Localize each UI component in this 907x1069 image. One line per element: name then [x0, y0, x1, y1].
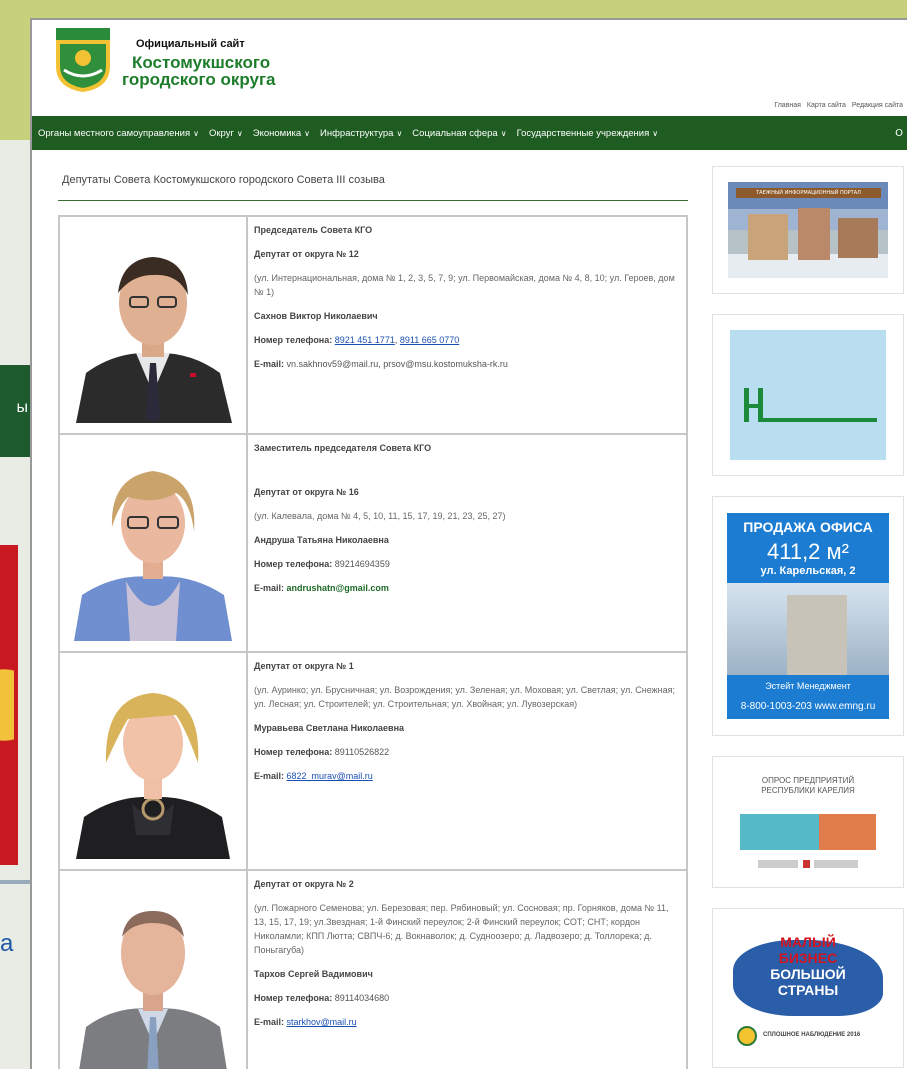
table-row: Председатель Совета КГО Депутат от округ… — [58, 215, 688, 435]
office-title: ПРОДАЖА ОФИСА — [743, 519, 873, 535]
sidebar: ТАЕЖНЫЙ ИНФОРМАЦИОННЫЙ ПОРТАЛ ПРОДАЖА ОФ… — [712, 166, 904, 1069]
deputy-address: (ул. Калевала, дома № 4, 5, 10, 11, 15, … — [254, 511, 506, 521]
poll-title-2: РЕСПУБЛИКИ КАРЕЛИЯ — [761, 786, 855, 795]
deputy-phone: 89214694359 — [334, 559, 390, 569]
office-building-image — [727, 583, 889, 675]
deputy-name: Андруша Татьяна Николаевна — [254, 535, 389, 545]
top-link-sitemap[interactable]: Карта сайта — [807, 102, 846, 109]
deputy-address: (ул. Пожарного Семенова; ул. Березовая; … — [254, 903, 669, 955]
photo-cell — [58, 869, 248, 1069]
deputy-address: (ул. Интернациональная, дома № 1, 2, 3, … — [254, 273, 675, 297]
background-text: ы — [16, 399, 29, 416]
office-area: 411,2 м² — [767, 539, 849, 564]
background-emblem — [0, 545, 18, 865]
chevron-down-icon: ∨ — [652, 128, 659, 138]
background-line — [0, 880, 30, 884]
banner-town-header: ТАЕЖНЫЙ ИНФОРМАЦИОННЫЙ ПОРТАЛ — [736, 188, 881, 198]
site-header: Официальный сайт Костомукшского городско… — [32, 20, 907, 116]
nav-item-district[interactable]: Округ ∨ — [209, 128, 243, 139]
photo-cell — [58, 651, 248, 871]
deputy-photo[interactable] — [66, 441, 240, 641]
brand-title-line2: городского округа — [122, 70, 276, 89]
deputy-email-row: E-mail: 6822_murav@mail.ru — [254, 771, 373, 781]
deputy-photo[interactable] — [66, 877, 240, 1069]
deputy-email: vn.sakhnov59@mail.ru, prsov@msu.kostomuk… — [286, 359, 508, 369]
chevron-down-icon: ∨ — [500, 128, 507, 138]
deputy-district: Депутат от округа № 1 — [254, 661, 354, 671]
main-content: Депутаты Совета Костомукшского городског… — [58, 174, 688, 1069]
deputy-photo[interactable] — [66, 223, 240, 423]
background-letter: а — [0, 930, 14, 957]
deputy-phone-row: Номер телефона: 89110526822 — [254, 747, 390, 757]
photo-cell — [58, 215, 248, 435]
deputy-name: Тархов Сергей Вадимович — [254, 969, 373, 979]
brand-title-line1: Костомукшского — [132, 53, 271, 72]
top-link-home[interactable]: Главная — [774, 102, 801, 109]
nav-item-economy[interactable]: Экономика ∨ — [253, 128, 310, 139]
office-street: ул. Карельская, 2 — [760, 565, 856, 577]
deputy-district: Депутат от округа № 2 — [254, 879, 354, 889]
page-title: Депутаты Совета Костомукшского городског… — [58, 174, 688, 201]
deputy-info: Председатель Совета КГО Депутат от округ… — [246, 215, 688, 435]
deputy-email-row: E-mail: starkhov@mail.ru — [254, 1017, 357, 1027]
deputy-phone: 89114034680 — [334, 993, 390, 1003]
deputy-info: Депутат от округа № 1 (ул. Ауринко; ул. … — [246, 651, 688, 871]
deputies-table: Председатель Совета КГО Депутат от округ… — [58, 215, 688, 1069]
chevron-down-icon: ∨ — [396, 128, 403, 138]
deputy-email: andrushatn@gmail.com — [286, 583, 389, 593]
deputy-name: Сахнов Виктор Николаевич — [254, 311, 378, 321]
office-company: Эстейт Менеджмент — [765, 681, 851, 691]
poll-title-1: ОПРОС ПРЕДПРИЯТИЙ — [761, 776, 855, 785]
deputy-phone-row: Номер телефона: 89114034680 — [254, 993, 390, 1003]
banner-town-portal[interactable]: ТАЕЖНЫЙ ИНФОРМАЦИОННЫЙ ПОРТАЛ — [712, 166, 904, 294]
photo-cell — [58, 433, 248, 653]
deputy-photo[interactable] — [66, 659, 240, 859]
deputy-email-row: E-mail: andrushatn@gmail.com — [254, 583, 389, 593]
banner-office-sale[interactable]: ПРОДАЖА ОФИСА 411,2 м² ул. Карельская, 2… — [712, 496, 904, 736]
phone-link[interactable]: 8911 665 0770 — [400, 335, 459, 345]
banner-poll[interactable]: ОПРОС ПРЕДПРИЯТИЙ РЕСПУБЛИКИ КАРЕЛИЯ — [712, 756, 904, 888]
deputy-info: Депутат от округа № 2 (ул. Пожарного Сем… — [246, 869, 688, 1069]
deputy-phone-row: Номер телефона: 89214694359 — [254, 559, 390, 569]
deputy-info: Заместитель председателя Совета КГО Депу… — [246, 433, 688, 653]
nav-item-institutions[interactable]: Государственные учреждения ∨ — [517, 128, 659, 139]
nav-item-more[interactable]: О — [895, 128, 903, 139]
census-seal-icon — [737, 1026, 757, 1046]
chevron-down-icon: ∨ — [193, 128, 199, 138]
main-nav: Органы местного самоуправления ∨ Округ ∨ Э… — [32, 116, 907, 150]
deputy-name: Муравьева Светлана Николаевна — [254, 723, 405, 733]
deputy-district: Депутат от округа № 16 — [254, 487, 359, 497]
chevron-down-icon: ∨ — [304, 128, 311, 138]
background-green-strip: ы — [0, 365, 30, 457]
brand-title[interactable]: Костомукшского городского округа — [122, 54, 275, 88]
table-row: Депутат от округа № 2 (ул. Пожарного Сем… — [58, 869, 688, 1069]
deputy-email-row: E-mail: vn.sakhnov59@mail.ru, prsov@msu.… — [254, 359, 508, 369]
email-link[interactable]: 6822_murav@mail.ru — [287, 771, 373, 781]
deputy-role: Заместитель председателя Совета КГО — [254, 443, 432, 453]
browser-window: Официальный сайт Костомукшского городско… — [30, 18, 907, 1069]
nav-item-government[interactable]: Органы местного самоуправления ∨ — [38, 128, 199, 139]
deputy-district: Депутат от округа № 12 — [254, 249, 359, 259]
banner-small-business[interactable]: МАЛЫЙ БИЗНЕС БОЛЬШОЙ СТРАНЫ СПЛОШНОЕ НАБ… — [712, 908, 904, 1068]
deputy-phone-row: Номер телефона: 8921 451 1771, 8911 665 … — [254, 335, 460, 345]
nav-item-social[interactable]: Социальная сфера ∨ — [412, 128, 506, 139]
nav-item-infrastructure[interactable]: Инфраструктура ∨ — [320, 128, 402, 139]
deputy-role: Председатель Совета КГО — [254, 225, 373, 235]
chevron-down-icon: ∨ — [236, 128, 243, 138]
email-link[interactable]: starkhov@mail.ru — [287, 1017, 357, 1027]
brand-caption: Официальный сайт — [136, 38, 245, 50]
phone-link[interactable]: 8921 451 1771 — [335, 335, 395, 345]
top-link-editorial[interactable]: Редакция сайта — [852, 102, 903, 109]
banner-h-logo[interactable] — [712, 314, 904, 476]
deputy-address: (ул. Ауринко; ул. Брусничная; ул. Возрож… — [254, 685, 675, 709]
deputy-phone: 89110526822 — [334, 747, 390, 757]
table-row: Заместитель председателя Совета КГО Депу… — [58, 433, 688, 653]
table-row: Депутат от округа № 1 (ул. Ауринко; ул. … — [58, 651, 688, 871]
top-links: Главная Карта сайта Редакция сайта — [770, 102, 903, 109]
office-contacts: 8-800-1003-203 www.emng.ru — [740, 701, 876, 712]
coat-of-arms-logo[interactable] — [54, 26, 112, 94]
